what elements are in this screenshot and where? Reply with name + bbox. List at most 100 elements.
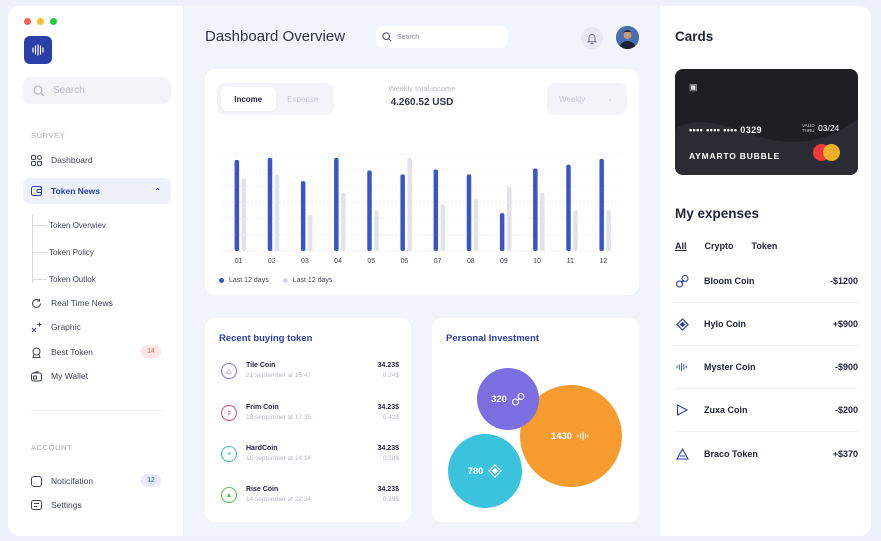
x-tick-label: 11 [567,258,574,265]
notification-button[interactable] [581,27,603,49]
expense-row[interactable]: Myster Coin -$900 [675,346,858,389]
tab-crypto[interactable]: Crypto [705,241,734,251]
token-row[interactable]: ≡ HardCoin 16 september at 14:14 34.23$ … [221,443,399,469]
x-tick-label: 10 [533,258,541,265]
sidebar-item-token-news[interactable]: Token News ⌃ [23,178,171,204]
app-logo[interactable] [24,36,52,64]
expense-row[interactable]: Zuxa Coin -$200 [675,389,858,432]
user-avatar[interactable] [616,26,639,49]
chart-bar-secondary[interactable] [440,204,446,251]
chart-bar-secondary[interactable] [573,210,578,251]
chart-bar-primary[interactable] [400,174,405,251]
rise-coin-icon: ▲ [221,487,237,503]
submenu-item-token-overview[interactable]: Token Overwiev [33,218,106,232]
chart-bar-primary[interactable] [267,157,273,251]
card-expiry: 03/24 [818,123,840,133]
token-name: Rise Coin [246,486,279,493]
notification-count-badge: 12 [141,474,161,487]
sidebar-item-graphic[interactable]: Graphic [23,314,171,340]
chevron-up-icon[interactable]: ⌃ [154,187,161,196]
expense-amount: -$900 [834,362,858,372]
x-tick-label: 12 [600,258,608,265]
survey-section-label: SURVEY [31,131,66,140]
sidebar-item-dashboard[interactable]: Dashboard [23,147,171,173]
submenu-item-token-policy[interactable]: Token Policy [33,245,94,259]
sidebar-item-real-time-news[interactable]: Real Time News [23,290,171,316]
medal-icon [32,347,41,358]
chart-bar-primary[interactable] [300,181,306,251]
app-window: Search SURVEY Dashboard Token News ⌃ Tok… [8,6,871,536]
card-holder-name: AYMARTO BUBBLE [689,151,781,161]
bank-card[interactable]: ▣ •••• •••• •••• 0329 VALID THRU 03/24 AY… [675,69,858,175]
token-news-submenu: Token Overwiev Token Policy Token Outlok [32,215,162,286]
chart-bar-secondary[interactable] [506,186,512,251]
chart-bar-primary[interactable] [466,174,472,251]
chart-bar-primary[interactable] [533,168,538,251]
chart-bar-primary[interactable] [599,158,604,251]
chart-bar-secondary[interactable] [540,192,545,251]
header-search-input[interactable]: Search [376,26,508,48]
close-window-button[interactable] [24,18,31,25]
maximize-window-button[interactable] [50,18,57,25]
bell-icon [587,33,597,44]
refresh-icon [32,298,41,308]
chart-bar-secondary[interactable] [241,178,247,251]
card-chip-icon: ▣ [689,82,698,92]
expense-row[interactable]: Hylo Coin +$900 [675,303,858,346]
expense-amount: +$370 [832,448,858,459]
chart-bar-secondary[interactable] [407,157,412,251]
bubble-value: 780 [467,465,484,477]
chart-bar-primary[interactable] [334,157,339,251]
sidebar-item-label: Dashboard [51,155,93,165]
myster-coin-icon [577,431,589,441]
expense-row[interactable]: Bloom Coin -$1200 [675,260,858,303]
braco-token-icon [675,447,689,461]
chart-bar-secondary[interactable] [274,174,280,251]
token-sub-amount: 0.42$ [382,414,399,421]
expense-name: Hylo Coin [704,319,746,329]
chart-bar-primary[interactable] [433,169,439,251]
tab-all[interactable]: All [675,241,687,251]
sidebar-search-input[interactable]: Search [23,77,171,104]
chart-bar-secondary[interactable] [341,192,346,251]
token-date: 14 september at 22:34 [246,496,312,503]
chart-bar-primary[interactable] [499,213,505,251]
expenses-tabs: All Crypto Token [675,241,777,251]
personal-investment-card: Personal Investment 320 1430 780 [432,318,639,522]
page-title: Dashboard Overview [205,28,346,45]
sidebar-item-best-token[interactable]: Best Token 14 [23,339,171,365]
token-row[interactable]: ▲ Rise Coin 14 september at 22:34 34.23$… [221,484,399,510]
x-tick-label: 04 [334,258,342,265]
token-row[interactable]: ♯ Frim Coin 19 september at 17:35 34.23$… [221,402,399,428]
header-search-placeholder: Search [397,33,420,41]
frim-coin-icon: ♯ [221,405,237,421]
expense-name: Zuxa Coin [704,405,748,415]
tile-coin-icon: △ [221,363,237,379]
tab-token[interactable]: Token [752,241,778,251]
sidebar-item-label: My Wallet [51,371,88,381]
chart-bar-secondary[interactable] [606,210,611,251]
chart-bar-secondary[interactable] [374,210,379,251]
legend-label: Last 12 days [229,277,269,284]
expense-amount: +$900 [832,319,858,329]
expense-row[interactable]: Braco Token +$370 [675,432,858,475]
chart-bar-primary[interactable] [234,159,240,251]
legend-label: Last 12 days [292,277,333,284]
chart-bar-secondary[interactable] [473,198,479,251]
chart-bar-secondary[interactable] [307,215,313,251]
expense-amount: -$1200 [829,276,858,286]
token-row[interactable]: △ Tile Coin 21 september at 15:47 34.23$… [221,360,399,386]
chart-bar-primary[interactable] [367,170,372,251]
sidebar-item-my-wallet[interactable]: My Wallet [23,363,171,389]
sidebar-item-notification[interactable]: Noticifation 12 [23,468,171,494]
x-tick-label: 06 [401,258,409,265]
submenu-item-token-outlook[interactable]: Token Outlok [33,272,96,286]
minimize-window-button[interactable] [37,18,44,25]
card-number: •••• •••• •••• 0329 [689,125,762,135]
investment-bubble-hylo[interactable]: 780 [448,434,522,508]
chart-bar-primary[interactable] [566,164,571,251]
sidebar-item-settings[interactable]: Settings [23,492,171,518]
x-tick-label: 07 [434,258,442,265]
cards-title: Cards [675,29,714,44]
investment-bubble-bloom[interactable]: 320 [477,368,539,430]
